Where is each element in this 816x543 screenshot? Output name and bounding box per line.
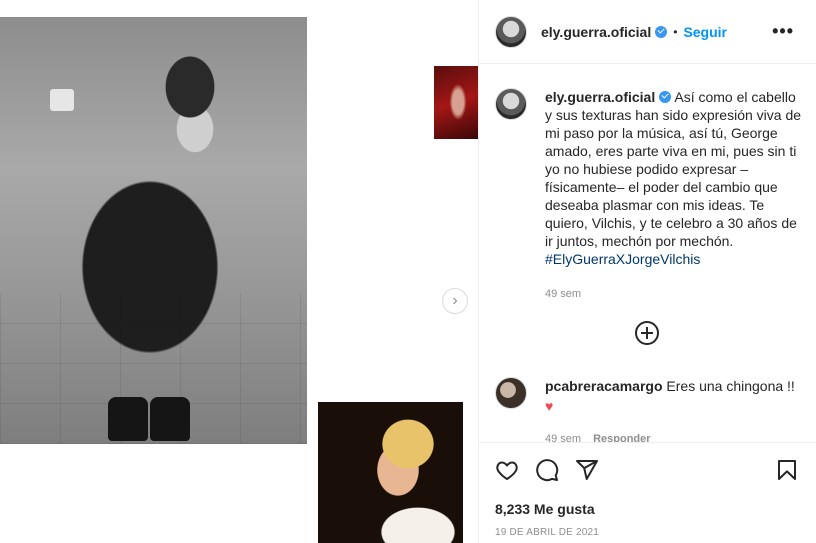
hashtag-link[interactable]: #ElyGuerraXJorgeVilchis: [545, 251, 700, 267]
photo-detail: [150, 397, 190, 441]
avatar[interactable]: [495, 88, 527, 120]
plus-circle-icon[interactable]: [635, 321, 659, 345]
header-username[interactable]: ely.guerra.oficial: [541, 24, 651, 40]
post-header: ely.guerra.oficial • Seguir •••: [479, 0, 816, 64]
reply-button[interactable]: Responder: [593, 430, 650, 442]
comment-meta: 49 sem Responder: [545, 430, 803, 442]
post-date: 19 DE ABRIL DE 2021: [495, 527, 600, 538]
caption-text: ely.guerra.oficial Así como el cabello y…: [545, 88, 803, 303]
carousel-thumbnail-red[interactable]: [434, 66, 478, 139]
comment-item: pcabreracamargo Eres una chingona !! ♥ 4…: [495, 377, 803, 442]
verified-badge-icon: [655, 25, 668, 38]
verified-badge-icon: [659, 91, 672, 103]
comment-body: pcabreracamargo Eres una chingona !! ♥ 4…: [545, 377, 803, 442]
caption-username[interactable]: ely.guerra.oficial: [545, 89, 655, 105]
comment-icon[interactable]: [535, 458, 559, 482]
follow-button[interactable]: Seguir: [683, 24, 727, 40]
caption-body: Así como el cabello y sus texturas han s…: [545, 89, 802, 249]
post-panel: ely.guerra.oficial • Seguir ••• ely.guer…: [478, 0, 816, 543]
media-area: ›: [0, 0, 478, 543]
comment-text: Eres una chingona !!: [666, 378, 795, 394]
heart-emoji: ♥: [545, 398, 554, 414]
avatar[interactable]: [495, 15, 527, 48]
likes-count[interactable]: 8,233 Me gusta: [495, 501, 595, 517]
carousel-thumbnail-blonde[interactable]: [318, 402, 463, 543]
caption-age: 49 sem: [545, 288, 582, 300]
photo-detail: [50, 89, 74, 111]
avatar[interactable]: [495, 377, 527, 409]
comment-age: 49 sem: [545, 433, 582, 442]
post-photo-main[interactable]: [0, 17, 307, 444]
comment-username[interactable]: pcabreracamargo: [545, 378, 663, 394]
heart-icon[interactable]: [495, 458, 519, 482]
comments-section[interactable]: ely.guerra.oficial Así como el cabello y…: [479, 64, 816, 442]
caption: ely.guerra.oficial Así como el cabello y…: [495, 88, 803, 303]
photo-detail: [108, 397, 148, 441]
separator-dot: •: [673, 24, 678, 39]
actions-bar: 8,233 Me gusta 19 DE ABRIL DE 2021: [479, 442, 816, 543]
paper-plane-icon[interactable]: [575, 458, 599, 482]
more-options-icon[interactable]: •••: [772, 22, 794, 40]
chevron-right-icon[interactable]: ›: [442, 288, 468, 314]
bookmark-icon[interactable]: [775, 458, 799, 482]
